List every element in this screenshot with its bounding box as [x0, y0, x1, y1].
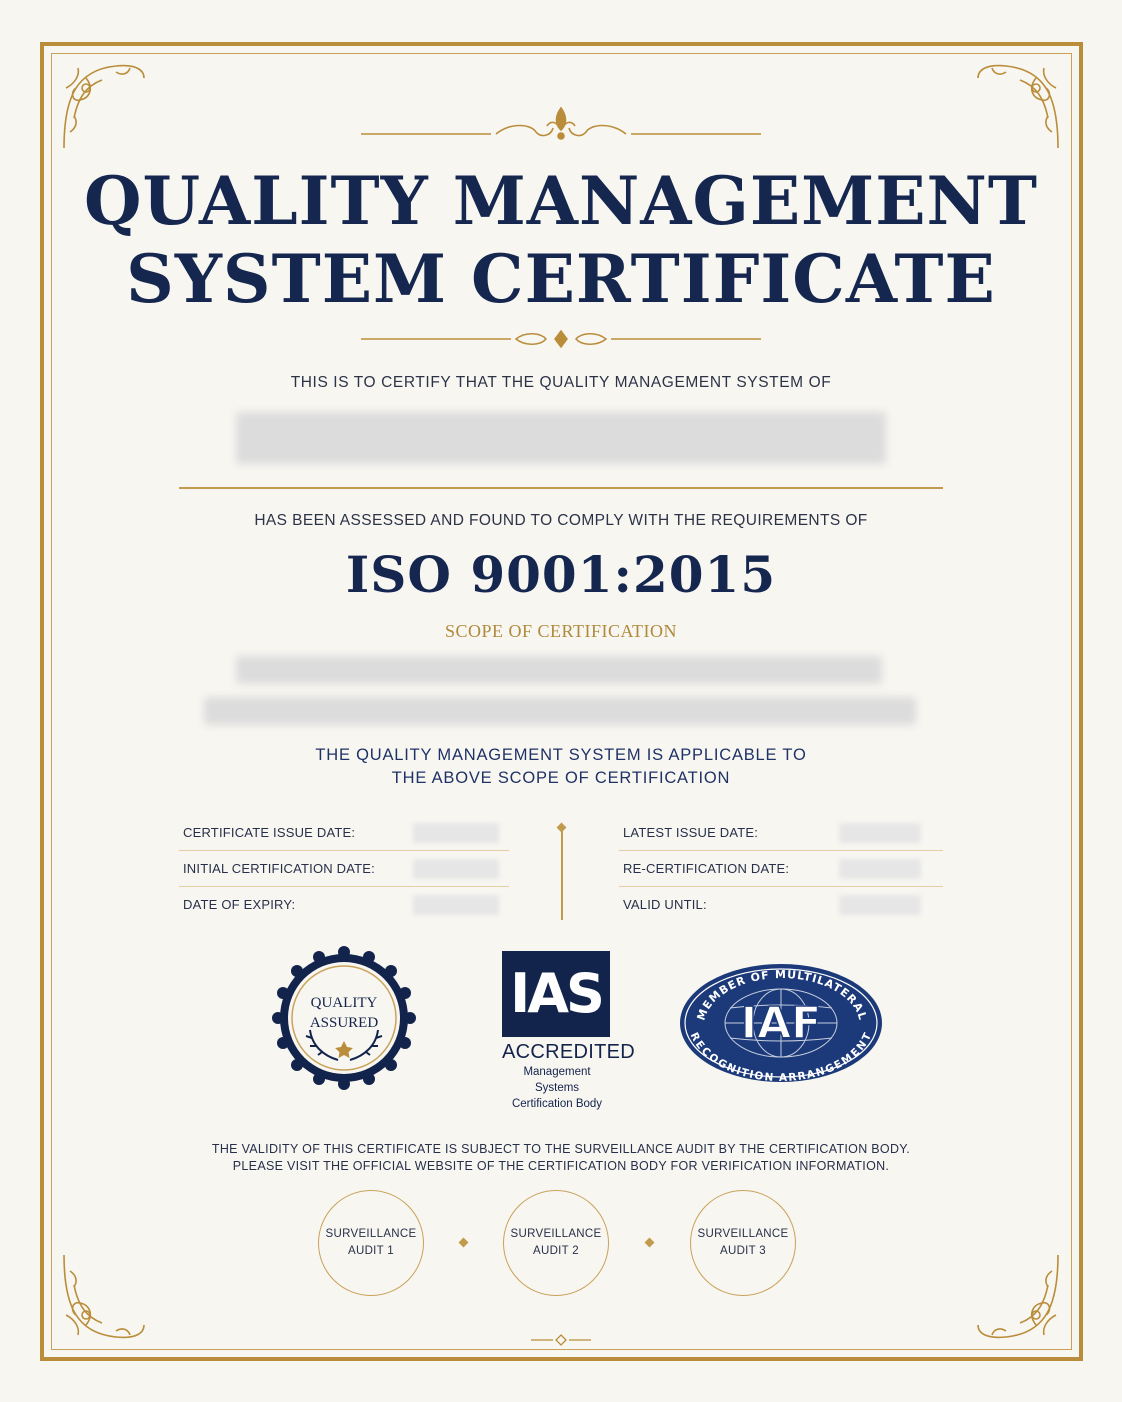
surveillance-audit-1-circle: SURVEILLANCE AUDIT 1	[318, 1190, 424, 1296]
date-label: DATE OF EXPIRY:	[183, 897, 296, 912]
ias-subtitle-line2: Certification Body	[511, 1098, 603, 1110]
scope-line2-redacted	[204, 697, 916, 725]
corner-flourish-icon	[56, 1250, 151, 1345]
audit-label-line2: AUDIT 3	[720, 1245, 766, 1257]
surveillance-audit-3-circle: SURVEILLANCE AUDIT 3	[690, 1190, 796, 1296]
bottom-ornament-icon	[0, 1333, 1122, 1347]
ias-subtitle-line1: Management Systems	[523, 1066, 591, 1094]
gold-divider	[179, 487, 943, 489]
date-value-redacted	[839, 895, 921, 915]
divider-ornament-icon	[0, 327, 1122, 351]
standard-title: ISO 9001:2015	[345, 545, 777, 604]
assessed-statement: HAS BEEN ASSESSED AND FOUND TO COMPLY WI…	[254, 512, 868, 529]
date-row: LATEST ISSUE DATE:	[619, 815, 943, 851]
date-value-redacted	[839, 859, 921, 879]
ias-accredited-label: ACCREDITED	[502, 1041, 636, 1063]
date-value-redacted	[839, 823, 921, 843]
validity-note-line2: PLEASE VISIT THE OFFICIAL WEBSITE OF THE…	[232, 1159, 890, 1173]
date-label: LATEST ISSUE DATE:	[623, 825, 759, 840]
validity-note-line1: THE VALIDITY OF THIS CERTIFICATE IS SUBJ…	[211, 1142, 911, 1156]
applicable-statement-line1: THE QUALITY MANAGEMENT SYSTEM IS APPLICA…	[315, 746, 807, 764]
date-value-redacted	[413, 859, 499, 879]
date-label: VALID UNTIL:	[623, 897, 707, 912]
ias-mark: IAS	[502, 951, 610, 1037]
certificate-title-line2: SYSTEM CERTIFICATE	[126, 240, 996, 318]
date-label: CERTIFICATE ISSUE DATE:	[183, 825, 356, 840]
seal-text-line1: QUALITY	[311, 995, 378, 1011]
audit-label-line1: SURVEILLANCE	[325, 1228, 417, 1240]
dates-vertical-divider	[561, 826, 563, 920]
date-row: VALID UNTIL:	[619, 887, 943, 923]
date-row: RE-CERTIFICATION DATE:	[619, 851, 943, 887]
certificate-title-line1: QUALITY MANAGEMENT	[84, 162, 1038, 240]
surveillance-audit-2-circle: SURVEILLANCE AUDIT 2	[503, 1190, 609, 1296]
ias-accreditation-logo: IAS ACCREDITED Management Systems Certif…	[502, 951, 636, 1112]
seal-text-line2: ASSURED	[310, 1015, 379, 1031]
applicable-statement-line2: THE ABOVE SCOPE OF CERTIFICATION	[391, 769, 731, 787]
quality-assured-seal: QUALITY ASSURED	[272, 946, 416, 1090]
audit-label-line2: AUDIT 1	[348, 1245, 394, 1257]
certify-statement: THIS IS TO CERTIFY THAT THE QUALITY MANA…	[290, 374, 832, 391]
date-label: RE-CERTIFICATION DATE:	[623, 861, 790, 876]
scope-line1-redacted	[236, 656, 882, 684]
date-value-redacted	[413, 895, 499, 915]
date-row: INITIAL CERTIFICATION DATE:	[179, 851, 509, 887]
date-row: DATE OF EXPIRY:	[179, 887, 509, 923]
audit-label-line2: AUDIT 2	[533, 1245, 579, 1257]
date-row: CERTIFICATE ISSUE DATE:	[179, 815, 509, 851]
certificate-page: QUALITY MANAGEMENT SYSTEM CERTIFICATE TH…	[0, 0, 1122, 1402]
date-value-redacted	[413, 823, 499, 843]
audit-label-line1: SURVEILLANCE	[510, 1228, 602, 1240]
corner-flourish-icon	[971, 1250, 1066, 1345]
date-label: INITIAL CERTIFICATION DATE:	[183, 861, 375, 876]
top-ornament-icon	[0, 104, 1122, 144]
scope-label: SCOPE OF CERTIFICATION	[445, 621, 677, 641]
audit-label-line1: SURVEILLANCE	[697, 1228, 789, 1240]
iaf-logo: IAF MEMBER OF MULTILATERAL RECOGNITION A…	[678, 962, 884, 1084]
iaf-mark: IAF	[741, 998, 821, 1049]
organization-name-redacted	[236, 412, 886, 464]
